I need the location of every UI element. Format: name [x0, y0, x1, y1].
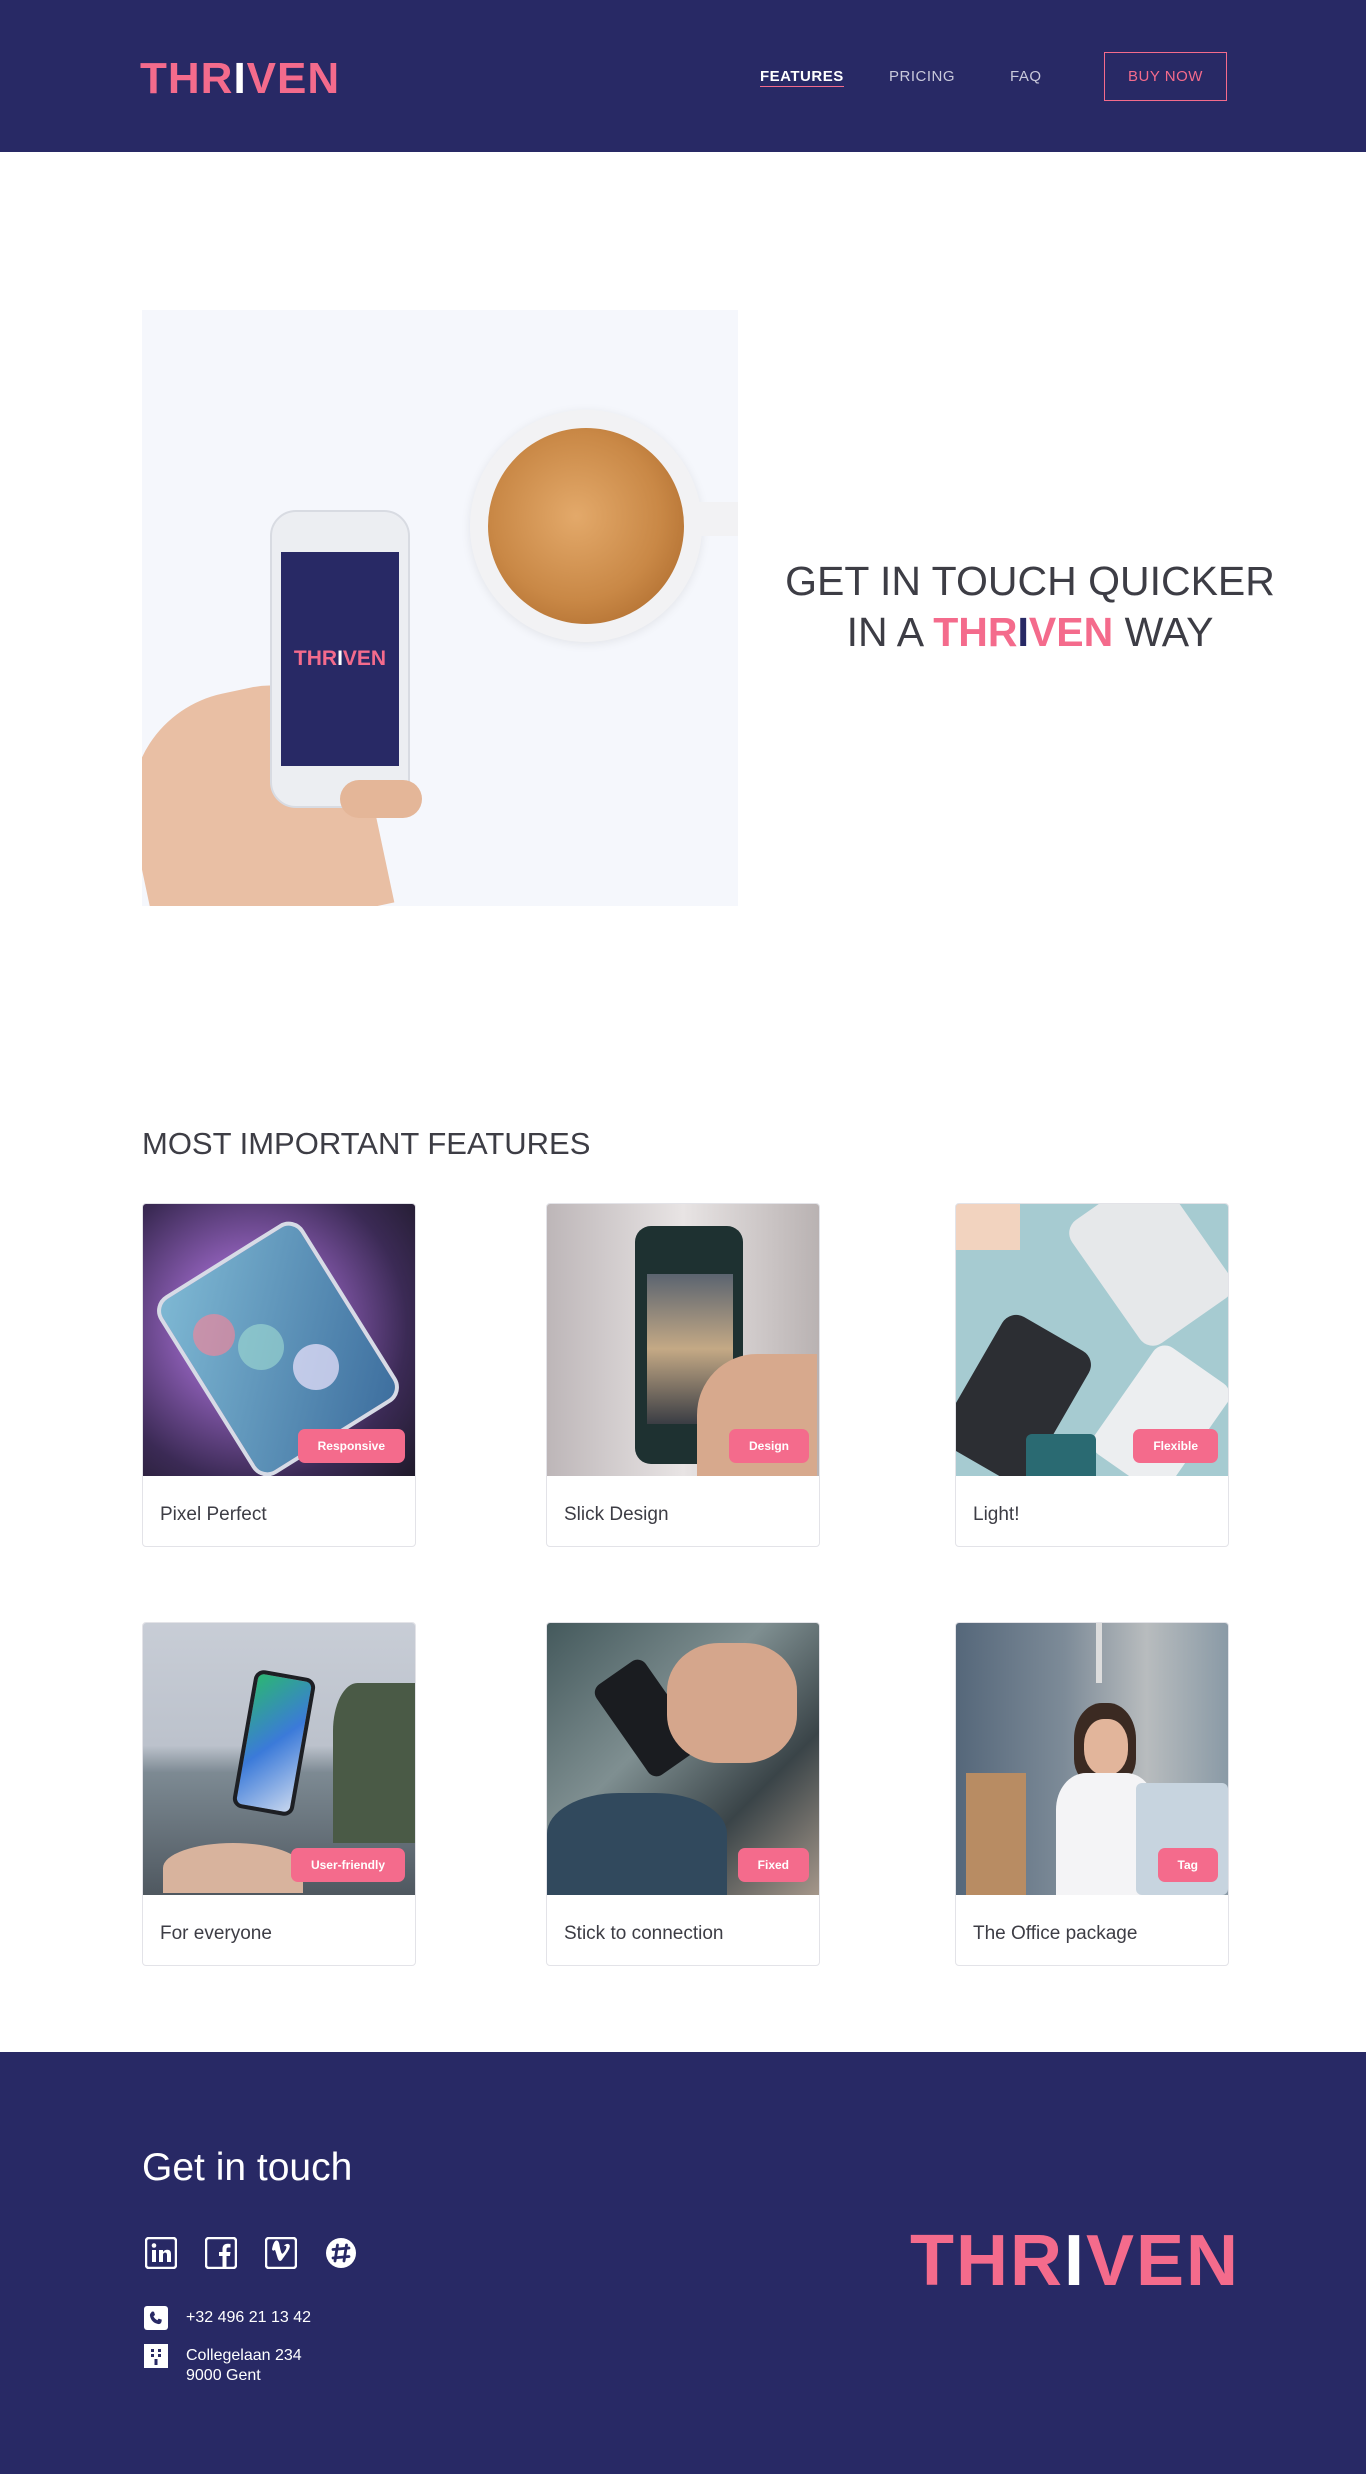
feature-title: For everyone — [160, 1923, 272, 1944]
logo-text-i: I — [233, 54, 247, 103]
address-street: Collegelaan 234 — [186, 2347, 302, 2364]
hero-brand: THRIVEN — [933, 609, 1114, 655]
feature-card[interactable]: Fixed Stick to connection — [546, 1622, 820, 1966]
feature-tag: Flexible — [1133, 1429, 1218, 1463]
feature-card[interactable]: Tag The Office package — [955, 1622, 1229, 1966]
feature-title: The Office package — [973, 1923, 1138, 1944]
feature-card[interactable]: Responsive Pixel Perfect — [142, 1203, 416, 1547]
feature-title: Stick to connection — [564, 1923, 724, 1944]
thumb — [340, 780, 422, 818]
brand-logo[interactable]: THRIVEN — [140, 52, 340, 106]
phone-mockup: THRIVEN — [270, 510, 410, 808]
facebook-icon[interactable] — [204, 2236, 238, 2270]
contact-address: Collegelaan 234 9000 Gent — [186, 2346, 302, 2386]
feature-tag: Fixed — [737, 1848, 809, 1882]
feature-image: Design — [547, 1204, 819, 1476]
feature-image: Tag — [956, 1623, 1228, 1895]
feature-tag: Design — [728, 1429, 809, 1463]
buy-now-button[interactable]: BUY NOW — [1104, 52, 1227, 101]
feature-tag: Responsive — [297, 1429, 405, 1463]
site-footer: Get in touch +32 496 21 13 42 Collegelaa… — [0, 2052, 1366, 2474]
phone-logo: THRIVEN — [293, 647, 387, 670]
feature-card[interactable]: User-friendly For everyone — [142, 1622, 416, 1966]
logo-text-end: VEN — [246, 54, 341, 103]
hero-image: THRIVEN — [142, 310, 738, 906]
feature-image: Flexible — [956, 1204, 1228, 1476]
nav-pricing[interactable]: PRICING — [889, 68, 955, 85]
slack-icon[interactable] — [324, 2236, 358, 2270]
building-icon — [144, 2344, 168, 2368]
features-heading: MOST IMPORTANT FEATURES — [142, 1126, 591, 1161]
feature-image: Fixed — [547, 1623, 819, 1895]
hero-heading-line2: IN A THRIVEN WAY — [846, 609, 1214, 655]
footer-logo[interactable]: THRIVEN — [910, 2218, 1240, 2304]
logo-text-start: THR — [140, 54, 234, 103]
feature-title: Slick Design — [564, 1504, 669, 1525]
contact-phone[interactable]: +32 496 21 13 42 — [186, 2308, 311, 2328]
nav-features[interactable]: FEATURES — [760, 68, 844, 87]
feature-tag: Tag — [1157, 1848, 1218, 1882]
nav-faq[interactable]: FAQ — [1010, 68, 1042, 85]
vimeo-icon[interactable] — [264, 2236, 298, 2270]
feature-title: Pixel Perfect — [160, 1504, 267, 1525]
hero-heading-line1: GET IN TOUCH QUICKER — [785, 558, 1275, 604]
phone-icon — [144, 2306, 168, 2330]
linkedin-icon[interactable] — [144, 2236, 178, 2270]
feature-image: Responsive — [143, 1204, 415, 1476]
site-header: THRIVEN FEATURES PRICING FAQ BUY NOW — [0, 0, 1366, 152]
footer-heading: Get in touch — [142, 2146, 353, 2189]
address-city: 9000 Gent — [186, 2367, 261, 2384]
feature-card[interactable]: Design Slick Design — [546, 1203, 820, 1547]
feature-card[interactable]: Flexible Light! — [955, 1203, 1229, 1547]
phone-screen: THRIVEN — [281, 552, 399, 766]
cup-handle — [692, 502, 738, 536]
hero-heading: GET IN TOUCH QUICKER IN A THRIVEN WAY — [780, 556, 1280, 658]
feature-image: User-friendly — [143, 1623, 415, 1895]
coffee-cup — [470, 410, 702, 642]
feature-title: Light! — [973, 1504, 1020, 1525]
feature-tag: User-friendly — [290, 1848, 405, 1882]
